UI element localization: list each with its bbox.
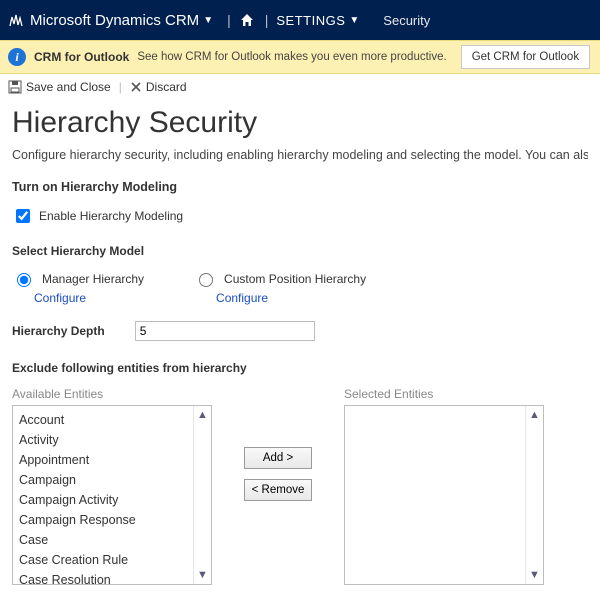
list-item[interactable]: Case Resolution <box>19 570 187 584</box>
scrollbar-2[interactable]: ▲ ▼ <box>525 406 543 584</box>
scroll-down-icon[interactable]: ▼ <box>194 566 211 584</box>
configure-manager-link[interactable]: Configure <box>34 291 144 305</box>
nav-sub-security[interactable]: Security <box>383 13 430 28</box>
info-icon: i <box>8 48 26 66</box>
enable-hierarchy-label: Enable Hierarchy Modeling <box>39 209 183 223</box>
add-button[interactable]: Add > <box>244 447 312 469</box>
configure-custom-link[interactable]: Configure <box>216 291 366 305</box>
close-icon <box>130 81 142 93</box>
list-item[interactable]: Campaign <box>19 470 187 490</box>
discard-label: Discard <box>146 80 187 94</box>
turn-on-heading: Turn on Hierarchy Modeling <box>12 180 588 194</box>
dual-listbox: Available Entities AccountActivityAppoin… <box>12 387 588 585</box>
available-entities-label: Available Entities <box>12 387 212 401</box>
selected-entities-label: Selected Entities <box>344 387 544 401</box>
list-item[interactable]: Campaign Activity <box>19 490 187 510</box>
page-title: Hierarchy Security <box>12 106 588 140</box>
top-nav: Microsoft Dynamics CRM ▼ | | SETTINGS ▼ … <box>0 0 600 40</box>
manager-hierarchy-radio[interactable] <box>17 273 31 287</box>
chevron-down-icon-2[interactable]: ▼ <box>349 15 359 26</box>
get-crm-outlook-button[interactable]: Get CRM for Outlook <box>461 45 590 69</box>
nav-menu-settings[interactable]: SETTINGS <box>276 13 345 28</box>
manager-hierarchy-label: Manager Hierarchy <box>42 272 144 286</box>
hierarchy-depth-input[interactable] <box>135 321 315 341</box>
save-icon <box>8 80 22 94</box>
product-name[interactable]: Microsoft Dynamics CRM <box>30 12 199 29</box>
custom-position-radio[interactable] <box>199 273 213 287</box>
infobar-title: CRM for Outlook <box>34 50 129 64</box>
list-item[interactable]: Appointment <box>19 450 187 470</box>
content-area: Hierarchy Security Configure hierarchy s… <box>0 98 600 585</box>
crm-logo-icon <box>8 12 24 28</box>
nav-separator-2: | <box>265 12 269 28</box>
nav-separator: | <box>227 12 231 28</box>
remove-button[interactable]: < Remove <box>244 479 312 501</box>
scroll-up-icon-2[interactable]: ▲ <box>526 406 543 424</box>
list-item[interactable]: Campaign Response <box>19 510 187 530</box>
list-item[interactable]: Case <box>19 530 187 550</box>
list-item[interactable]: Account <box>19 410 187 430</box>
select-model-heading: Select Hierarchy Model <box>12 244 588 258</box>
chevron-down-icon[interactable]: ▼ <box>203 15 213 26</box>
exclude-heading: Exclude following entities from hierarch… <box>12 361 588 375</box>
list-item[interactable]: Case Creation Rule <box>19 550 187 570</box>
page-description: Configure hierarchy security, including … <box>12 148 588 162</box>
scroll-down-icon-2[interactable]: ▼ <box>526 566 543 584</box>
info-bar: i CRM for Outlook See how CRM for Outloo… <box>0 40 600 74</box>
infobar-desc: See how CRM for Outlook makes you even m… <box>137 51 446 63</box>
selected-entities-list[interactable]: ▲ ▼ <box>344 405 544 585</box>
toolbar-sep: | <box>119 80 122 94</box>
discard-button[interactable]: Discard <box>130 80 187 94</box>
enable-hierarchy-checkbox[interactable] <box>16 209 30 223</box>
home-icon[interactable] <box>239 12 255 28</box>
toolbar: Save and Close | Discard <box>0 74 600 98</box>
save-and-close-button[interactable]: Save and Close <box>8 80 111 94</box>
hierarchy-depth-label: Hierarchy Depth <box>12 324 105 338</box>
list-item[interactable]: Activity <box>19 430 187 450</box>
available-entities-list[interactable]: AccountActivityAppointmentCampaignCampai… <box>12 405 212 585</box>
scrollbar[interactable]: ▲ ▼ <box>193 406 211 584</box>
save-label: Save and Close <box>26 80 111 94</box>
custom-position-label: Custom Position Hierarchy <box>224 272 366 286</box>
scroll-up-icon[interactable]: ▲ <box>194 406 211 424</box>
